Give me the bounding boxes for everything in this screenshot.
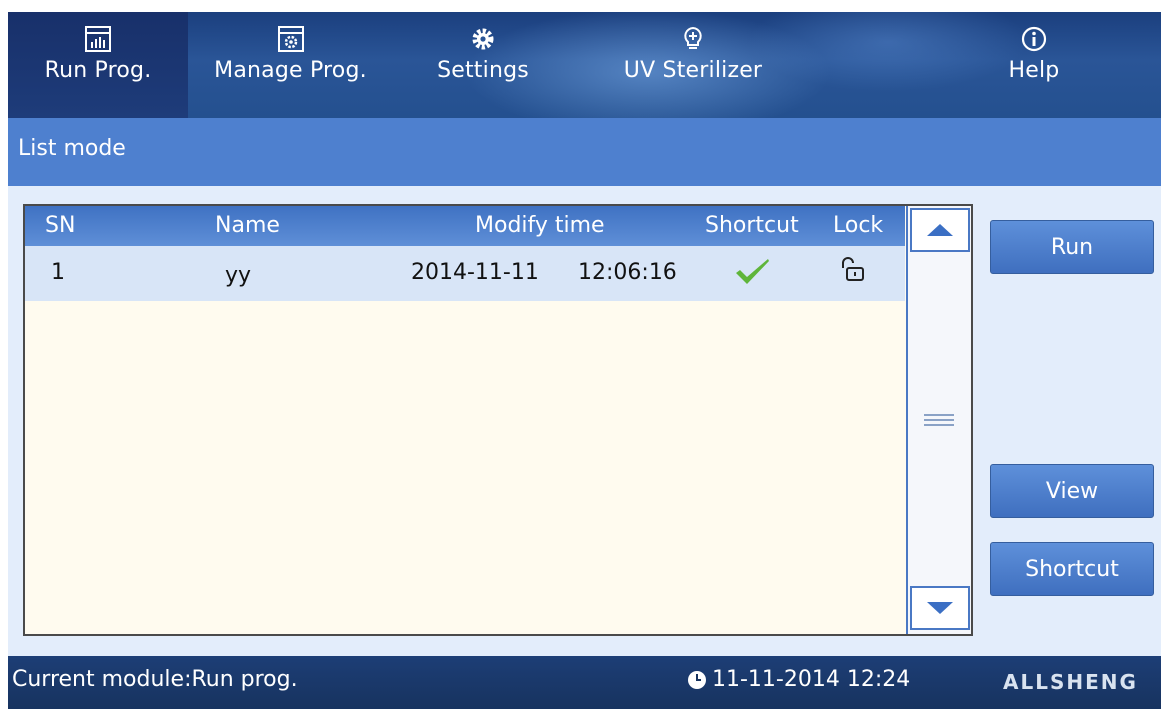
gear-icon [468,24,498,54]
tab-manage-prog[interactable]: Manage Prog. [188,12,393,118]
column-header-shortcut[interactable]: Shortcut [705,213,799,238]
tab-settings[interactable]: Settings [393,12,573,118]
scroll-up-button[interactable] [910,208,970,252]
tab-label: Manage Prog. [214,58,367,83]
shortcut-button[interactable]: Shortcut [990,542,1154,596]
clock-icon [688,670,706,689]
table-row[interactable]: 1 yy 2014-11-11 12:06:16 [25,246,905,301]
current-module-text: Current module:Run prog. [12,667,298,692]
page-title-bar: List mode [8,118,1161,186]
program-list: SN Name Modify time Shortcut Lock 1 yy 2… [23,204,973,636]
cell-sn: 1 [51,260,65,285]
tab-uv-sterilizer[interactable]: UV Sterilizer [573,12,813,118]
info-icon [1019,24,1049,54]
cell-name: yy [225,263,252,288]
cell-date: 2014-11-11 [411,260,539,285]
view-button[interactable]: View [990,464,1154,518]
datetime-text: 11-11-2014 12:24 [712,667,911,692]
main-content: SN Name Modify time Shortcut Lock 1 yy 2… [8,186,1161,656]
scroll-down-button[interactable] [910,586,970,630]
shortcut-check-icon[interactable] [732,256,772,296]
bulb-icon [678,24,708,54]
brand-logo: ALLSHENG [1003,670,1138,694]
run-button[interactable]: Run [990,220,1154,274]
chart-window-icon [83,24,113,54]
top-tab-bar: Run Prog. Manage Prog. Settings UV Steri… [8,12,1161,118]
tab-help[interactable]: Help [813,12,1161,118]
triangle-down-icon [927,602,953,614]
triangle-up-icon [927,224,953,236]
tab-label: Settings [437,58,529,83]
gear-window-icon [276,24,306,54]
tab-label: Run Prog. [44,58,152,83]
list-scrollbar[interactable] [906,206,971,634]
tab-run-prog[interactable]: Run Prog. [8,12,188,118]
page-title: List mode [18,136,126,161]
tab-label: UV Sterilizer [623,58,763,83]
unlock-icon[interactable] [837,254,867,290]
tab-label: Help [1008,58,1060,83]
column-header-name[interactable]: Name [215,213,280,238]
cell-time: 12:06:16 [578,260,677,285]
column-header-lock[interactable]: Lock [833,213,883,238]
status-bar: Current module:Run prog. 11-11-2014 12:2… [8,656,1161,709]
column-header-sn[interactable]: SN [45,213,75,238]
column-header-modify-time[interactable]: Modify time [475,213,605,238]
list-header: SN Name Modify time Shortcut Lock [25,206,905,246]
scroll-thumb[interactable] [924,414,954,426]
clock-display: 11-11-2014 12:24 [686,667,910,692]
